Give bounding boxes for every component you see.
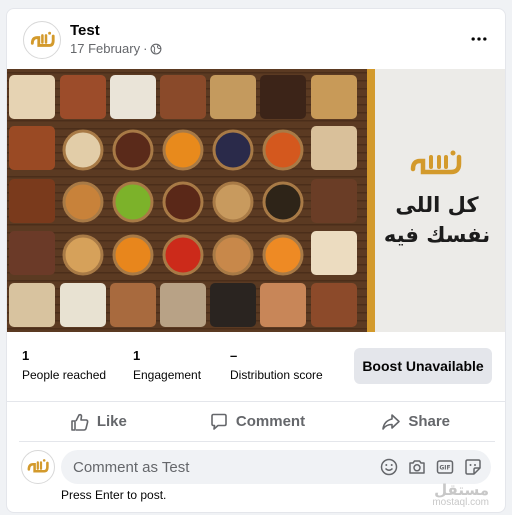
people-reached-value: 1 xyxy=(22,348,30,363)
people-reached-label: People reached xyxy=(22,368,107,382)
comment-hint: Press Enter to post. xyxy=(61,488,167,502)
banner-brand-logo-icon xyxy=(410,150,462,175)
more-options-button[interactable] xyxy=(467,27,491,51)
brand-logo-icon xyxy=(30,31,55,47)
page-name[interactable]: Test xyxy=(70,22,100,39)
engagement-value: 1 xyxy=(133,348,141,363)
comment-input[interactable]: Comment as Test GIF xyxy=(61,450,491,484)
post-header: Test 17 February · xyxy=(7,9,505,69)
emoji-icon[interactable] xyxy=(379,457,399,477)
banner-tagline-line1: كل اللى xyxy=(395,193,479,217)
people-reached-stat[interactable]: 1 People reached xyxy=(22,348,106,382)
watermark: مستقل mostaql.com xyxy=(432,481,489,508)
banner-tagline-line2: نفسك فيه xyxy=(383,223,491,247)
comment-icon xyxy=(211,413,227,430)
round-bowls xyxy=(62,129,304,276)
share-button[interactable]: Share xyxy=(336,402,495,441)
comment-button[interactable]: Comment xyxy=(178,402,337,441)
page-avatar[interactable] xyxy=(23,21,61,59)
engagement-label: Engagement xyxy=(133,368,202,382)
banner-stripe xyxy=(367,69,375,332)
distribution-score-stat[interactable]: – Distribution score xyxy=(230,348,323,382)
sticker-icon[interactable] xyxy=(463,457,483,477)
share-label: Share xyxy=(408,413,451,430)
camera-icon[interactable] xyxy=(407,457,427,477)
thumbs-up-icon xyxy=(71,413,89,431)
like-button[interactable]: Like xyxy=(19,402,178,441)
share-icon xyxy=(382,413,401,430)
distribution-score-label: Distribution score xyxy=(230,368,323,382)
post-card: Test 17 February · كل اللى نفسك فيه 1 Pe… xyxy=(6,8,506,513)
comment-placeholder: Comment as Test xyxy=(73,459,190,476)
insights-bar: 1 People reached 1 Engagement – Distribu… xyxy=(7,332,505,402)
commenter-avatar[interactable] xyxy=(21,450,55,484)
globe-icon[interactable] xyxy=(150,43,162,55)
square-bowls-bottom-row xyxy=(60,283,306,327)
square-bowls-right xyxy=(311,75,357,327)
post-date[interactable]: 17 February xyxy=(70,41,140,56)
square-bowls-top-row xyxy=(60,75,306,119)
distribution-score-value: – xyxy=(230,348,238,363)
post-image[interactable]: كل اللى نفسك فيه xyxy=(7,69,505,332)
post-meta: 17 February · xyxy=(70,41,162,56)
brand-banner: كل اللى نفسك فيه xyxy=(367,69,505,332)
comment-label: Comment xyxy=(235,413,306,430)
square-bowls-left xyxy=(9,75,55,327)
engagement-stat[interactable]: 1 Engagement xyxy=(133,348,201,382)
like-label: Like xyxy=(96,413,127,430)
nuts-bowls-photo xyxy=(7,69,367,332)
watermark-latin: mostaql.com xyxy=(432,497,489,508)
meta-separator: · xyxy=(143,41,148,56)
svg-text:GIF: GIF xyxy=(439,465,450,472)
boost-button[interactable]: Boost Unavailable xyxy=(354,348,492,384)
commenter-brand-logo-icon xyxy=(27,459,49,473)
gif-icon[interactable]: GIF xyxy=(435,457,455,477)
more-horizontal-icon xyxy=(471,37,487,41)
post-actions: Like Comment Share xyxy=(19,402,495,442)
comment-tools: GIF xyxy=(379,457,483,477)
